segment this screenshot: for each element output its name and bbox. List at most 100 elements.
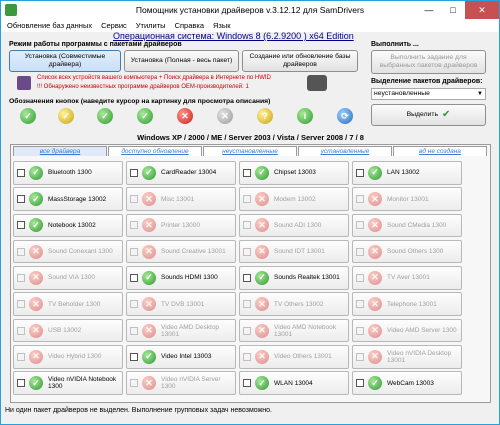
driver-checkbox[interactable] (243, 352, 251, 361)
driver-card[interactable]: ✓ MassStorage 13002 (13, 187, 123, 211)
driver-checkbox[interactable] (356, 221, 364, 230)
driver-card[interactable]: ✕ USB 13002 (13, 318, 123, 343)
selection-dropdown[interactable]: неустановленные ▼ (371, 88, 486, 100)
driver-card[interactable]: ✓ Sounds Realtek 13001 (239, 266, 349, 290)
driver-card[interactable]: ✓ Video Intel 13003 (126, 345, 236, 369)
mode-compatible-button[interactable]: Установка (Совместимые драйвера) (9, 50, 121, 72)
driver-card[interactable]: ✓ WebCam 13003 (352, 371, 462, 395)
driver-card[interactable]: ✕ TV Others 13002 (239, 292, 349, 316)
driver-card[interactable]: ✕ Monitor 13001 (352, 187, 462, 211)
driver-checkbox[interactable] (17, 195, 25, 204)
driver-checkbox[interactable] (17, 273, 25, 282)
driver-card[interactable]: ✕ Sound VIA 1300 (13, 266, 123, 290)
driver-checkbox[interactable] (130, 168, 138, 177)
warning-unknown-drivers[interactable]: !!! Обнаружено неизвестных программе дра… (37, 84, 249, 92)
driver-checkbox[interactable] (243, 379, 251, 388)
driver-card[interactable]: ✕ Video nVIDIA Server 1300 (126, 371, 236, 395)
driver-checkbox[interactable] (130, 273, 138, 282)
menu-item-language[interactable]: Язык (213, 21, 231, 30)
driver-card[interactable]: ✕ Video Hybrid 1300 (13, 345, 123, 369)
driver-checkbox[interactable] (356, 273, 364, 282)
warning-device-list[interactable]: Список всех устройств вашего компьютера … (37, 75, 271, 83)
tab-no-db[interactable]: вд не создана (393, 146, 487, 156)
menu-item-service[interactable]: Сервис (101, 21, 127, 30)
driver-card[interactable]: ✕ Video nVIDIA Desktop 13001 (352, 345, 462, 369)
driver-checkbox[interactable] (17, 326, 25, 335)
driver-card[interactable]: ✕ Video AMD Server 1300 (352, 318, 462, 343)
driver-card[interactable]: ✓ Sounds HDMI 1300 (126, 266, 236, 290)
driver-checkbox[interactable] (243, 195, 251, 204)
driver-checkbox[interactable] (17, 221, 25, 230)
menu-item-update-db[interactable]: Обновление баз данных (7, 21, 92, 30)
check-star-icon[interactable]: ✓ (97, 108, 113, 124)
driver-checkbox[interactable] (130, 247, 138, 256)
close-button[interactable]: ✕ (465, 1, 499, 19)
driver-checkbox[interactable] (130, 379, 138, 388)
menu-item-utilities[interactable]: Утилиты (136, 21, 166, 30)
driver-card[interactable]: ✕ Sound Conexant 1300 (13, 239, 123, 264)
driver-checkbox[interactable] (130, 352, 138, 361)
select-button[interactable]: Выделить ✔ (371, 104, 486, 126)
driver-checkbox[interactable] (17, 352, 25, 361)
driver-checkbox[interactable] (243, 300, 251, 309)
mode-create-db-button[interactable]: Создание или обновление базы драйверов (242, 50, 358, 72)
driver-checkbox[interactable] (17, 247, 25, 256)
driver-checkbox[interactable] (356, 247, 364, 256)
tab-all-drivers[interactable]: все драйвера (13, 146, 107, 156)
refresh-icon[interactable]: ⟳ (337, 108, 353, 124)
tab-installed[interactable]: установленные (298, 146, 392, 156)
driver-card[interactable]: ✕ Sound Creative 13001 (126, 239, 236, 264)
run-task-button[interactable]: Выполнить задание для выбранных пакетов … (371, 50, 486, 74)
driver-checkbox[interactable] (356, 195, 364, 204)
driver-checkbox[interactable] (356, 379, 364, 388)
tab-not-installed[interactable]: неустановленные (203, 146, 297, 156)
driver-card[interactable]: ✕ Modem 13002 (239, 187, 349, 211)
device-manager-icon[interactable] (17, 76, 31, 90)
driver-card[interactable]: ✓ WLAN 13004 (239, 371, 349, 395)
minimize-button[interactable]: — (417, 1, 441, 19)
question-icon[interactable]: ? (257, 108, 273, 124)
driver-card[interactable]: ✕ Sound CMedia 1300 (352, 213, 462, 238)
cross-red-icon[interactable]: ✕ (177, 108, 193, 124)
driver-card[interactable]: ✕ TV Aver 13001 (352, 266, 462, 290)
driver-card[interactable]: ✕ Printer 13000 (126, 213, 236, 238)
driver-checkbox[interactable] (130, 221, 138, 230)
driver-checkbox[interactable] (17, 300, 25, 309)
driver-card[interactable]: ✓ Bluetooth 1300 (13, 161, 123, 185)
check-green-icon[interactable]: ✓ (20, 108, 36, 124)
driver-checkbox[interactable] (243, 247, 251, 256)
gamepad-icon[interactable] (307, 75, 327, 91)
driver-card[interactable]: ✕ Sound IDT 13001 (239, 239, 349, 264)
check-yellow-icon[interactable]: ✓ (58, 108, 74, 124)
driver-checkbox[interactable] (356, 326, 364, 335)
driver-card[interactable]: ✕ Sound Others 1300 (352, 239, 462, 264)
driver-checkbox[interactable] (130, 326, 138, 335)
driver-checkbox[interactable] (356, 352, 364, 361)
cross-gray-icon[interactable]: ✕ (217, 108, 233, 124)
driver-card[interactable]: ✕ Telephone 13001 (352, 292, 462, 316)
driver-checkbox[interactable] (356, 168, 364, 177)
maximize-button[interactable]: □ (441, 1, 465, 19)
tab-update-available[interactable]: доступно обновление (108, 146, 202, 156)
check-red-icon[interactable]: ✓ (137, 108, 153, 124)
driver-checkbox[interactable] (17, 379, 25, 388)
menu-item-help[interactable]: Справка (175, 21, 204, 30)
driver-card[interactable]: ✕ Video Others 13001 (239, 345, 349, 369)
driver-checkbox[interactable] (130, 300, 138, 309)
driver-checkbox[interactable] (243, 326, 251, 335)
mode-full-button[interactable]: Установка (Полная - весь пакет) (124, 50, 239, 72)
driver-checkbox[interactable] (243, 168, 251, 177)
driver-card[interactable]: ✓ LAN 13002 (352, 161, 462, 185)
driver-checkbox[interactable] (130, 195, 138, 204)
driver-card[interactable]: ✓ Chipset 13003 (239, 161, 349, 185)
driver-card[interactable]: ✓ Notebook 13002 (13, 213, 123, 238)
driver-card[interactable]: ✕ TV Beholder 1300 (13, 292, 123, 316)
driver-card[interactable]: ✕ Video AMD Notebook 13001 (239, 318, 349, 343)
driver-card[interactable]: ✕ Video AMD Desktop 13001 (126, 318, 236, 343)
driver-card[interactable]: ✕ TV DVB 13001 (126, 292, 236, 316)
driver-checkbox[interactable] (243, 273, 251, 282)
driver-checkbox[interactable] (356, 300, 364, 309)
info-icon[interactable]: i (297, 108, 313, 124)
driver-card[interactable]: ✕ Misc 13001 (126, 187, 236, 211)
driver-checkbox[interactable] (17, 168, 25, 177)
